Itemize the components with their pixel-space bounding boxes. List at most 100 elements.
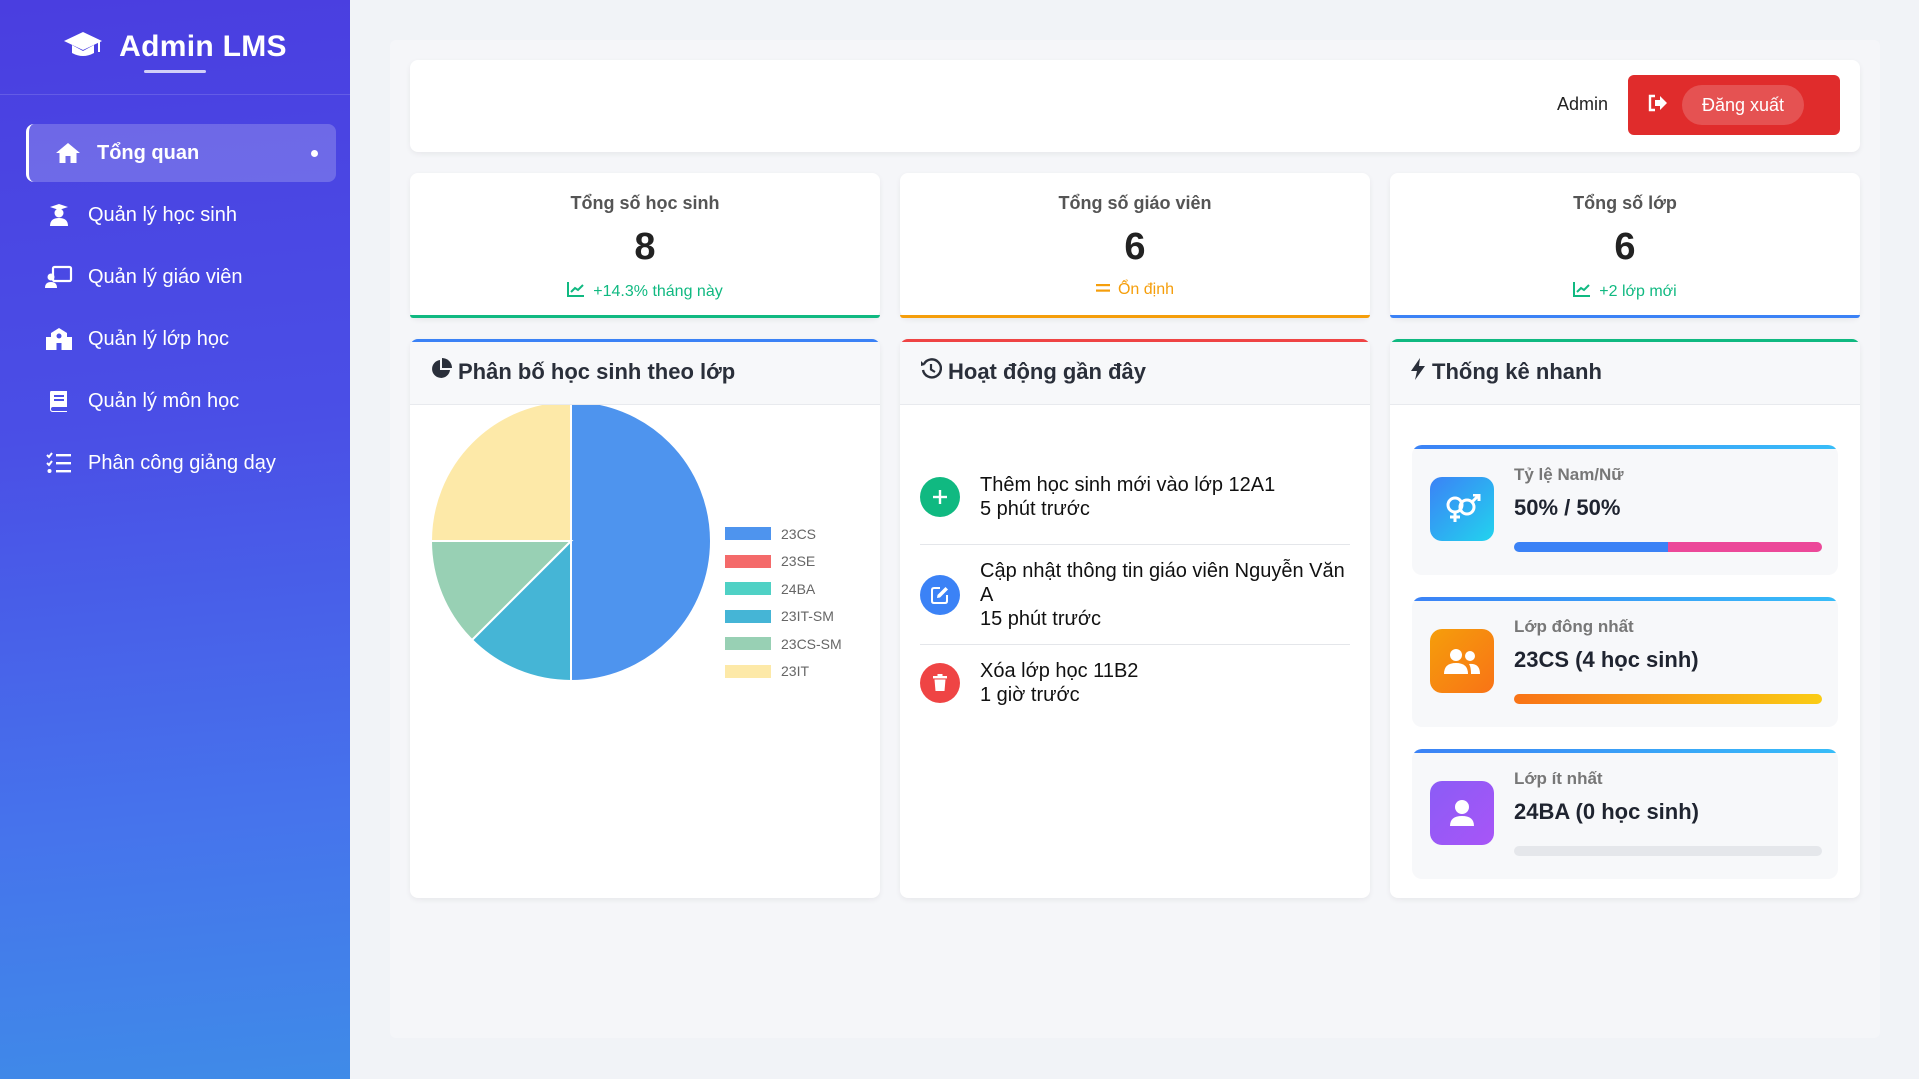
logout-label: Đăng xuất bbox=[1682, 85, 1804, 125]
bolt-icon bbox=[1410, 357, 1426, 386]
gender-ratio-bar bbox=[1514, 542, 1822, 552]
activity-panel: Hoạt động gần đây Thêm học sinh mới vào … bbox=[900, 339, 1370, 898]
legend-item[interactable]: 23SE bbox=[725, 548, 842, 576]
sidebar-item-label: Quản lý giáo viên bbox=[88, 265, 243, 288]
stat-accent-bar bbox=[900, 315, 1370, 318]
quick-stat-smallest-class: Lớp ít nhất 24BA (0 học sinh) bbox=[1412, 749, 1838, 879]
activity-description: Xóa lớp học 11B2 bbox=[980, 660, 1139, 682]
activity-description: Cập nhật thông tin giáo viên Nguyễn Văn … bbox=[980, 559, 1345, 606]
brand-title: Admin LMS bbox=[119, 30, 287, 63]
male-segment bbox=[1514, 542, 1668, 552]
active-indicator bbox=[311, 150, 318, 157]
panel-title: Hoạt động gần đây bbox=[948, 358, 1146, 384]
legend-item[interactable]: 23IT bbox=[725, 658, 842, 686]
card-accent bbox=[1412, 749, 1838, 753]
stat-trend: +2 lớp mới bbox=[1390, 281, 1860, 302]
logout-button[interactable]: Đăng xuất bbox=[1628, 75, 1840, 135]
sidebar-item-label: Quản lý lớp học bbox=[88, 327, 229, 350]
legend-label: 23CS bbox=[781, 525, 817, 542]
stat-card-students: Tổng số học sinh 8 +14.3% tháng này bbox=[410, 173, 880, 318]
activity-item[interactable]: Thêm học sinh mới vào lớp 12A1 5 phút tr… bbox=[920, 449, 1350, 545]
quick-stat-gender: Tỷ lệ Nam/Nữ 50% / 50% bbox=[1412, 445, 1838, 575]
quick-stat-label: Lớp đông nhất bbox=[1514, 617, 1634, 636]
progress-fill bbox=[1514, 694, 1822, 704]
stat-label: Tổng số lớp bbox=[1573, 193, 1677, 213]
quick-stat-label: Lớp ít nhất bbox=[1514, 769, 1603, 788]
card-accent bbox=[1412, 597, 1838, 601]
sidebar: Admin LMS Tổng quan Quản lý học sinh Quả… bbox=[0, 0, 350, 1079]
logout-icon bbox=[1648, 94, 1668, 117]
stat-trend-text: +14.3% tháng này bbox=[593, 282, 723, 300]
trash-icon bbox=[920, 663, 960, 703]
equals-icon bbox=[1095, 281, 1110, 299]
stat-value: 8 bbox=[634, 226, 656, 268]
sidebar-item-students[interactable]: Quản lý học sinh bbox=[28, 186, 336, 244]
legend-swatch bbox=[725, 582, 771, 596]
legend-swatch bbox=[725, 554, 771, 568]
teacher-icon bbox=[44, 262, 74, 292]
panel-title: Phân bố học sinh theo lớp bbox=[458, 358, 736, 384]
activity-item[interactable]: Xóa lớp học 11B2 1 giờ trước bbox=[920, 645, 1350, 721]
legend-item[interactable]: 24BA bbox=[725, 575, 842, 603]
legend-label: 23CS-SM bbox=[781, 635, 842, 652]
brand-underline bbox=[144, 70, 206, 73]
chart-legend: 23CS 23SE 24BA 23IT-SM 23CS-SM 23IT bbox=[725, 520, 842, 685]
progress-bar bbox=[1514, 694, 1822, 704]
stat-value: 6 bbox=[1614, 226, 1636, 268]
activity-text: Xóa lớp học 11B2 1 giờ trước bbox=[980, 659, 1138, 707]
legend-item[interactable]: 23CS bbox=[725, 520, 842, 548]
sidebar-item-subjects[interactable]: Quản lý môn học bbox=[28, 372, 336, 430]
stat-trend: Ổn định bbox=[900, 281, 1370, 299]
trend-chart-icon bbox=[1573, 281, 1591, 302]
plus-icon bbox=[920, 476, 960, 517]
pie-slice-23cs[interactable] bbox=[570, 405, 712, 683]
legend-item[interactable]: 23CS-SM bbox=[725, 630, 842, 658]
pie-slice-23it[interactable] bbox=[429, 405, 572, 542]
legend-swatch bbox=[725, 527, 771, 541]
activity-item[interactable]: Cập nhật thông tin giáo viên Nguyễn Văn … bbox=[920, 545, 1350, 645]
quick-stat-value: 50% / 50% bbox=[1514, 495, 1621, 520]
activity-text: Cập nhật thông tin giáo viên Nguyễn Văn … bbox=[980, 559, 1350, 631]
distribution-panel: Phân bố học sinh theo lớp 23CS 23SE 24BA 23… bbox=[410, 339, 880, 898]
sidebar-item-overview[interactable]: Tổng quan bbox=[26, 124, 336, 182]
activity-list: Thêm học sinh mới vào lớp 12A1 5 phút tr… bbox=[920, 449, 1350, 721]
stat-accent-bar bbox=[410, 315, 880, 318]
sidebar-item-teachers[interactable]: Quản lý giáo viên bbox=[28, 248, 336, 306]
stat-label: Tổng số học sinh bbox=[570, 193, 720, 213]
brand[interactable]: Admin LMS bbox=[0, 0, 350, 95]
legend-label: 23IT-SM bbox=[781, 608, 834, 625]
panel-header: Hoạt động gần đây bbox=[900, 339, 1370, 405]
stat-value: 6 bbox=[1124, 226, 1146, 268]
home-icon bbox=[53, 138, 83, 168]
sidebar-item-label: Phân công giảng dạy bbox=[88, 451, 276, 474]
panel-accent bbox=[410, 339, 880, 342]
stat-trend-text: Ổn định bbox=[1117, 281, 1175, 298]
pie-chart-icon bbox=[430, 357, 452, 386]
sidebar-item-classes[interactable]: Quản lý lớp học bbox=[28, 310, 336, 368]
legend-swatch bbox=[725, 609, 771, 623]
legend-swatch bbox=[725, 637, 771, 651]
stat-trend: +14.3% tháng này bbox=[410, 281, 880, 302]
legend-swatch bbox=[725, 664, 771, 678]
school-icon bbox=[44, 324, 74, 354]
stat-label: Tổng số giáo viên bbox=[1058, 193, 1212, 213]
panel-header: Phân bố học sinh theo lớp bbox=[410, 339, 880, 405]
stat-card-teachers: Tổng số giáo viên 6 Ổn định bbox=[900, 173, 1370, 318]
sidebar-item-assignments[interactable]: Phân công giảng dạy bbox=[28, 434, 336, 492]
sidebar-nav: Tổng quan Quản lý học sinh Quản lý giáo … bbox=[0, 95, 350, 492]
student-icon bbox=[44, 200, 74, 230]
activity-text: Thêm học sinh mới vào lớp 12A1 5 phút tr… bbox=[980, 473, 1275, 521]
quick-stat-label: Tỷ lệ Nam/Nữ bbox=[1514, 465, 1624, 484]
panel-title: Thống kê nhanh bbox=[1432, 358, 1602, 384]
legend-item[interactable]: 23IT-SM bbox=[725, 603, 842, 631]
panel-accent bbox=[900, 339, 1370, 342]
activity-time: 15 phút trước bbox=[980, 607, 1102, 630]
stat-card-classes: Tổng số lớp 6 +2 lớp mới bbox=[1390, 173, 1860, 318]
user-name: Admin bbox=[1556, 94, 1608, 114]
gender-icon bbox=[1430, 477, 1494, 541]
quick-stat-value: 23CS (4 học sinh) bbox=[1514, 647, 1699, 672]
users-icon bbox=[1430, 629, 1494, 693]
quick-stats-panel: Thống kê nhanh Tỷ lệ Nam/Nữ 50% / 50% Lớ… bbox=[1390, 339, 1860, 898]
stat-accent-bar bbox=[1390, 315, 1860, 318]
card-accent bbox=[1412, 445, 1838, 449]
